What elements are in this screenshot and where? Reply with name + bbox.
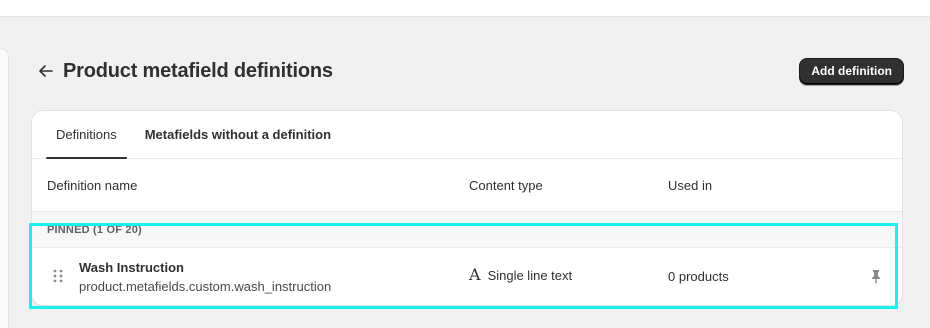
add-definition-button[interactable]: Add definition [799,57,904,85]
definition-namespace-key: product.metafields.custom.wash_instructi… [79,279,332,294]
arrow-left-icon [39,65,53,77]
definitions-card: Definitions Metafields without a definit… [31,110,903,306]
page-title: Product metafield definitions [63,59,333,82]
back-button[interactable] [35,60,57,82]
top-bar [0,0,930,17]
table-row[interactable]: Wash Instruction product.metafields.cust… [32,248,902,305]
tab-definitions[interactable]: Definitions [42,111,131,159]
content-type-cell: A Single line text [469,267,572,283]
pinned-section-label: PINNED (1 OF 20) [32,212,902,248]
column-header-content-type: Content type [469,177,543,193]
tab-metafields-without-definition[interactable]: Metafields without a definition [131,111,345,158]
column-header-used-in: Used in [668,177,713,193]
used-in-count: 0 products [668,269,729,284]
text-type-icon: A [469,265,481,284]
content-type-label: Single line text [487,267,573,283]
table-header: Definition name Content type Used in [32,159,902,212]
pin-icon[interactable] [868,268,884,284]
definition-name[interactable]: Wash Instruction [79,260,184,275]
column-header-definition-name: Definition name [47,177,138,193]
page-header: Product metafield definitions Add defini… [35,56,904,86]
side-panel-edge [0,48,9,328]
tab-bar: Definitions Metafields without a definit… [32,111,902,159]
tab-label: Metafields without a definition [144,127,332,142]
tab-label: Definitions [56,127,117,142]
drag-handle-icon[interactable] [52,268,64,284]
